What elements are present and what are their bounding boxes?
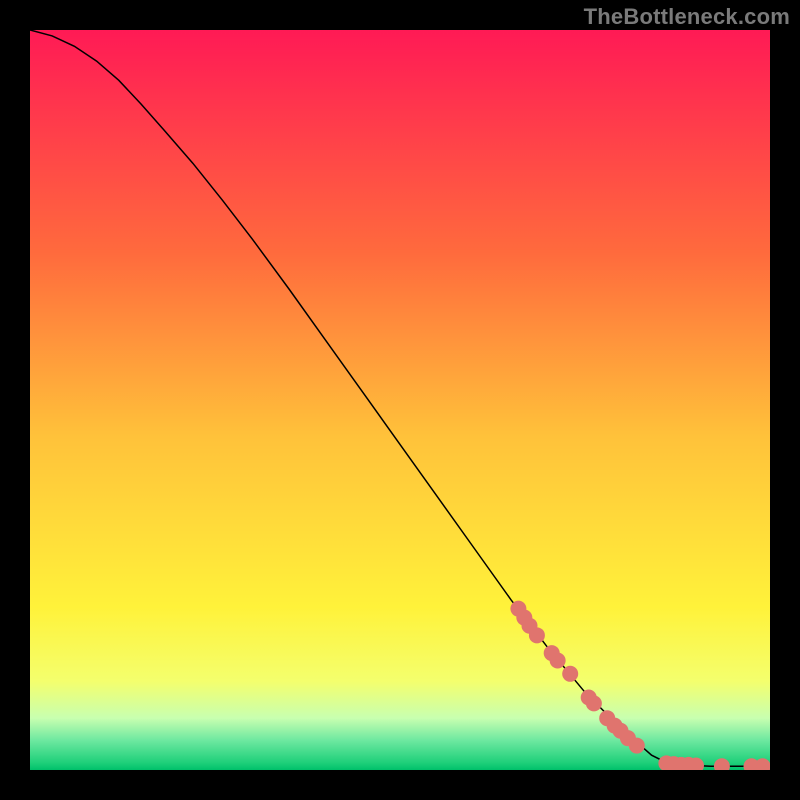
scatter-point	[550, 652, 566, 668]
scatter-point	[562, 666, 578, 682]
chart-frame: TheBottleneck.com	[0, 0, 800, 800]
watermark-text: TheBottleneck.com	[584, 4, 790, 30]
chart-svg	[30, 30, 770, 770]
scatter-point	[586, 695, 602, 711]
plot-area	[30, 30, 770, 770]
scatter-point	[529, 627, 545, 643]
scatter-point	[629, 738, 645, 754]
gradient-background	[30, 30, 770, 770]
